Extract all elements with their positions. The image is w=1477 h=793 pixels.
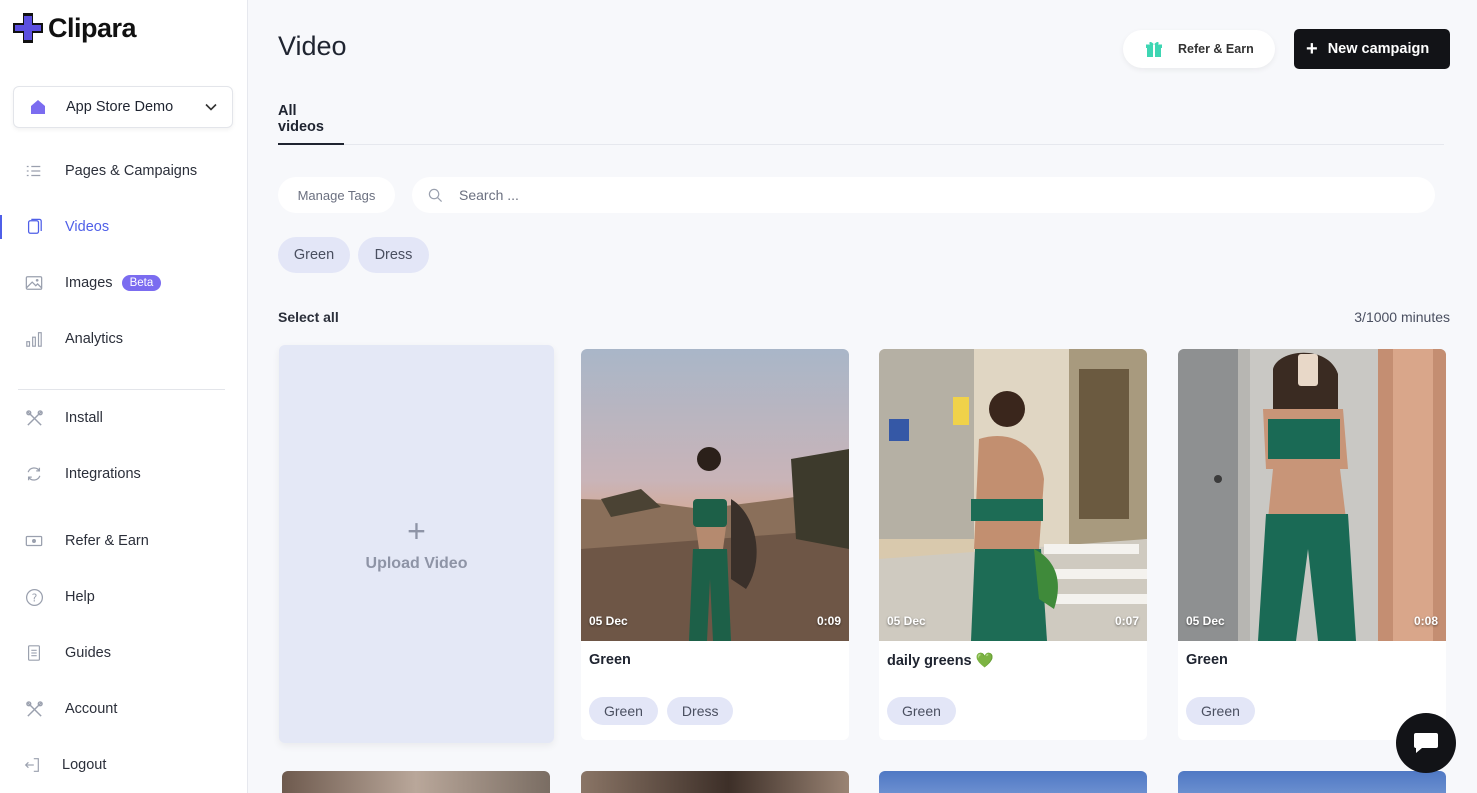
- search-input[interactable]: [459, 187, 1359, 203]
- sidebar-item-label: Videos: [65, 219, 110, 235]
- sidebar-item-label: Account: [65, 701, 118, 717]
- tab-bar: All videos: [278, 100, 1444, 145]
- tab-all-videos[interactable]: All videos: [278, 100, 344, 145]
- sidebar-item-label: Images: [65, 275, 113, 291]
- video-card[interactable]: 05 Dec 0:09 Green Green Dress: [581, 349, 849, 740]
- refer-earn-label: Refer & Earn: [1178, 42, 1254, 56]
- video-card[interactable]: 05 Dec 0:08 Green Green: [1178, 349, 1446, 740]
- video-title: daily greens 💚: [887, 652, 994, 670]
- plus-icon: +: [407, 513, 426, 549]
- sidebar-item-integrations[interactable]: Integrations: [0, 454, 247, 494]
- video-icon: [24, 217, 44, 237]
- video-tags: Green: [887, 697, 956, 725]
- sidebar-divider: [18, 389, 225, 390]
- chevron-down-icon: [205, 103, 217, 111]
- money-icon: [24, 531, 44, 551]
- video-tags: Green Dress: [589, 697, 734, 725]
- video-date: 05 Dec: [589, 614, 628, 628]
- minutes-usage: 3/1000 minutes: [1354, 309, 1450, 325]
- manage-tags-button[interactable]: Manage Tags: [278, 177, 395, 213]
- sidebar-item-videos[interactable]: Videos: [0, 207, 247, 247]
- sidebar: Clipara App Store Demo Pages & Campaigns…: [0, 0, 248, 793]
- sidebar-item-install[interactable]: Install: [0, 398, 247, 438]
- sidebar-item-label: Install: [65, 410, 103, 426]
- sidebar-item-images[interactable]: Images Beta: [0, 263, 247, 303]
- filter-tag-green[interactable]: Green: [278, 237, 350, 273]
- sidebar-item-label: Pages & Campaigns: [65, 163, 198, 179]
- upload-video-label: Upload Video: [365, 555, 468, 572]
- green-heart-emoji: 💚: [975, 653, 994, 669]
- video-tag[interactable]: Green: [887, 697, 956, 725]
- video-title: Green: [589, 652, 631, 668]
- video-tag[interactable]: Green: [1186, 697, 1255, 725]
- video-thumbnail: [581, 349, 849, 641]
- page-title: Video: [278, 31, 347, 61]
- video-tag[interactable]: Dress: [666, 697, 734, 725]
- image-icon: [24, 273, 44, 293]
- bar-chart-icon: [24, 329, 44, 349]
- search-icon: [428, 188, 443, 202]
- video-thumbnail: [879, 349, 1147, 641]
- sync-icon: [24, 464, 44, 484]
- tools-icon: [24, 699, 44, 719]
- beta-badge: Beta: [121, 275, 162, 291]
- sidebar-item-label: Refer & Earn: [65, 533, 149, 549]
- chat-icon: [1414, 733, 1438, 753]
- video-card-partial[interactable]: [1178, 771, 1446, 793]
- video-title-text: daily greens: [887, 652, 972, 669]
- sidebar-item-account[interactable]: Account: [0, 689, 247, 729]
- video-duration: 0:07: [1114, 614, 1139, 628]
- chat-widget-button[interactable]: [1396, 713, 1456, 773]
- sidebar-item-label: Guides: [65, 645, 111, 661]
- video-date: 05 Dec: [887, 614, 926, 628]
- new-campaign-button[interactable]: + New campaign: [1294, 29, 1450, 69]
- video-duration: 0:08: [1413, 614, 1438, 628]
- filter-tag-dress[interactable]: Dress: [358, 237, 429, 273]
- video-card-partial[interactable]: [282, 771, 550, 793]
- sidebar-item-label: Analytics: [65, 331, 124, 347]
- tools-icon: [24, 408, 44, 428]
- video-tag[interactable]: Green: [589, 697, 658, 725]
- sidebar-item-label: Logout: [62, 757, 107, 773]
- video-tags: Green: [1186, 697, 1255, 725]
- video-title-text: Green: [589, 652, 631, 668]
- logout-icon: [22, 755, 42, 775]
- sidebar-item-label: Help: [65, 589, 95, 605]
- logo-text: Clipara: [48, 12, 137, 43]
- search-bar: [412, 177, 1435, 213]
- list-icon: [24, 161, 44, 181]
- logo[interactable]: Clipara: [12, 12, 137, 44]
- sidebar-item-guides[interactable]: Guides: [0, 633, 247, 673]
- sidebar-item-pages-campaigns[interactable]: Pages & Campaigns: [0, 151, 247, 191]
- video-duration: 0:09: [816, 614, 841, 628]
- logo-icon: [13, 13, 43, 43]
- sidebar-item-label: Integrations: [65, 466, 141, 482]
- sidebar-item-help[interactable]: ? Help: [0, 577, 247, 617]
- plus-icon: +: [1306, 38, 1318, 60]
- sidebar-item-refer-earn[interactable]: Refer & Earn: [0, 521, 247, 561]
- workspace-selector[interactable]: App Store Demo: [13, 86, 233, 128]
- video-thumbnail: [1178, 349, 1446, 641]
- video-date: 05 Dec: [1186, 614, 1225, 628]
- svg-text:?: ?: [31, 592, 37, 604]
- home-icon: [31, 100, 45, 114]
- document-icon: [24, 643, 44, 663]
- video-card-partial[interactable]: [879, 771, 1147, 793]
- video-card[interactable]: 05 Dec 0:07 daily greens 💚 Green: [879, 349, 1147, 740]
- workspace-name: App Store Demo: [66, 99, 174, 115]
- upload-video-tile[interactable]: + Upload Video: [279, 345, 554, 743]
- video-card-partial[interactable]: [581, 771, 849, 793]
- video-title-text: Green: [1186, 652, 1228, 668]
- help-icon: ?: [24, 587, 44, 607]
- select-all-button[interactable]: Select all: [278, 309, 339, 325]
- video-title: Green: [1186, 652, 1228, 668]
- refer-earn-button[interactable]: Refer & Earn: [1123, 30, 1275, 68]
- sidebar-item-analytics[interactable]: Analytics: [0, 319, 247, 359]
- gift-icon: [1146, 42, 1162, 57]
- new-campaign-label: New campaign: [1327, 41, 1430, 57]
- sidebar-item-logout[interactable]: Logout: [0, 745, 247, 785]
